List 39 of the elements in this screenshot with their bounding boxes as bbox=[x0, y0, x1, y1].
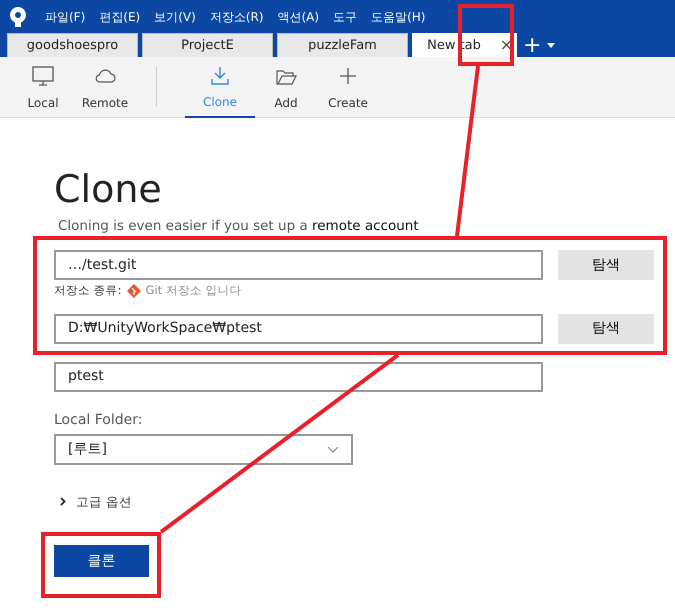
caret-icon[interactable] bbox=[547, 43, 556, 48]
folder-dropdown[interactable]: [루트] bbox=[54, 434, 353, 464]
menu-item[interactable]: 편집(E) bbox=[92, 8, 148, 26]
toolbar-button[interactable]: Remote bbox=[74, 56, 136, 118]
menu-item[interactable]: 보기(V) bbox=[147, 8, 203, 26]
toolbar-button[interactable]: Create bbox=[317, 56, 379, 118]
menu-item[interactable]: 도움말(H) bbox=[364, 8, 432, 26]
remote-account-link[interactable]: remote account bbox=[312, 218, 419, 234]
app-logo-icon bbox=[10, 6, 26, 26]
menu-item[interactable]: 도구 bbox=[326, 8, 364, 26]
chevron-down-icon bbox=[327, 446, 339, 452]
browse-button[interactable]: 탐색 bbox=[558, 250, 654, 280]
plus-icon bbox=[337, 66, 359, 86]
download-icon bbox=[209, 65, 231, 85]
chevron-right-icon bbox=[60, 497, 66, 506]
dropdown-value: [루트] bbox=[68, 440, 107, 458]
repo-type-value: Git 저장소 입니다 bbox=[146, 282, 242, 300]
advanced-options-toggle[interactable]: 고급 옵션 bbox=[54, 492, 132, 512]
monitor-icon bbox=[32, 66, 54, 86]
tab[interactable]: ProjectE bbox=[142, 33, 273, 57]
highlight-frame bbox=[458, 4, 514, 66]
input-field[interactable]: D:₩UnityWorkSpace₩ptest bbox=[54, 314, 543, 344]
input-field[interactable]: …/test.git bbox=[54, 250, 543, 280]
git-icon bbox=[126, 284, 141, 298]
clone-button[interactable]: 클론 bbox=[54, 545, 149, 578]
tab[interactable]: puzzleFam bbox=[277, 33, 408, 57]
repo-type-label: 저장소 종류: bbox=[54, 282, 122, 300]
toolbar-button[interactable]: Add bbox=[255, 56, 317, 118]
page-title: Clone bbox=[54, 170, 163, 208]
local-folder-label: Local Folder: bbox=[54, 410, 144, 430]
new-tab-button[interactable]: + bbox=[517, 35, 548, 57]
tab[interactable]: goodshoespro bbox=[7, 33, 138, 57]
browse-button[interactable]: 탐색 bbox=[558, 314, 654, 344]
menu-item[interactable]: 파일(F) bbox=[38, 8, 92, 26]
input-field[interactable]: ptest bbox=[54, 362, 543, 392]
menu-item[interactable]: 액션(A) bbox=[270, 8, 326, 26]
toolbar-button[interactable]: Local bbox=[12, 56, 74, 118]
menu-item[interactable]: 저장소(R) bbox=[202, 8, 270, 26]
subtitle-text: Cloning is even easier if you set up a remote account bbox=[57, 217, 420, 236]
